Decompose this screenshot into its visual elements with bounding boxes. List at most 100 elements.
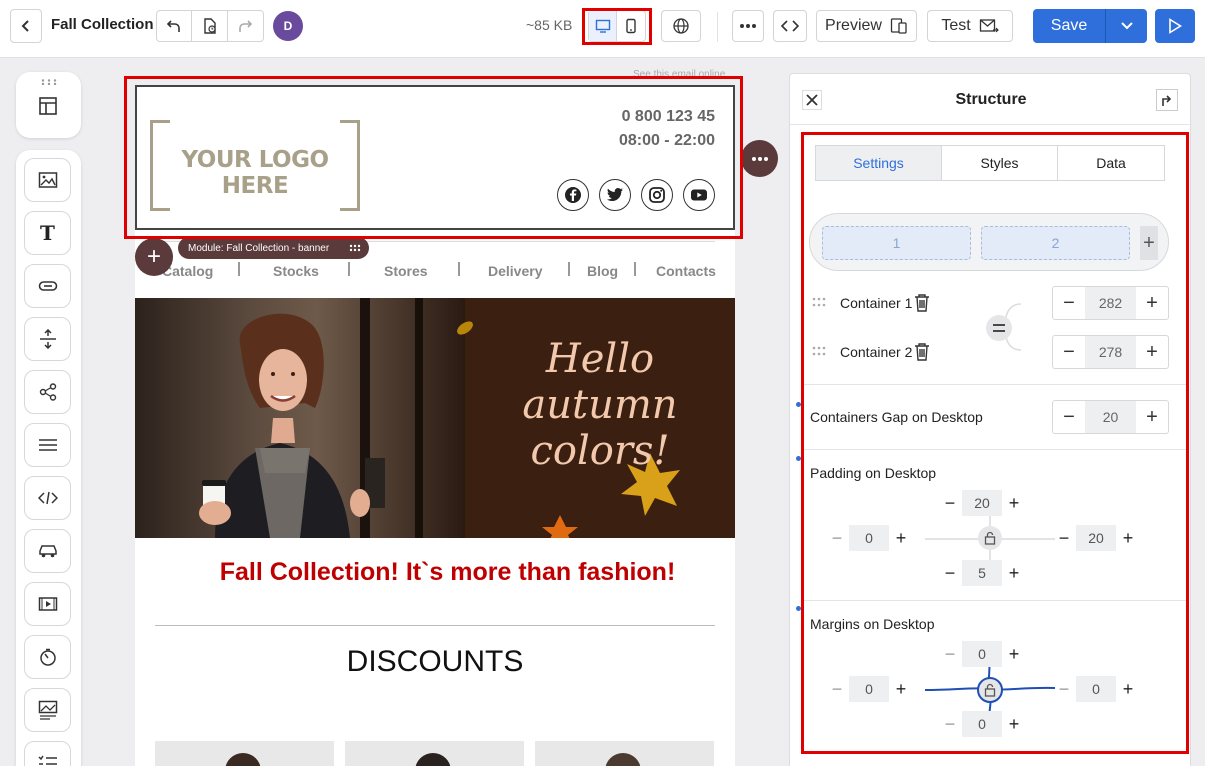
menu-block[interactable]: [24, 423, 71, 467]
text-block[interactable]: T: [24, 211, 71, 255]
margin-bottom-value[interactable]: 0: [962, 711, 1002, 737]
product-card-1[interactable]: [155, 741, 334, 766]
html-block[interactable]: [24, 476, 71, 520]
trash-icon[interactable]: [913, 342, 931, 362]
container-1-width[interactable]: 282: [1085, 287, 1136, 319]
column-1[interactable]: 1: [822, 226, 971, 260]
trash-icon[interactable]: [913, 293, 931, 313]
image-block[interactable]: [24, 158, 71, 202]
decrease-button[interactable]: −: [1052, 525, 1076, 551]
margin-right-value[interactable]: 0: [1076, 676, 1116, 702]
redo-button[interactable]: [228, 11, 263, 41]
banner-block[interactable]: [24, 529, 71, 573]
nav-stores[interactable]: Stores: [384, 263, 428, 279]
increase-button[interactable]: +: [889, 525, 913, 551]
equalize-widths-icon[interactable]: [985, 302, 1023, 352]
increase-button[interactable]: +: [1116, 525, 1140, 551]
nav-contacts[interactable]: Contacts: [656, 263, 716, 279]
language-button[interactable]: [661, 10, 701, 42]
margin-lock-button[interactable]: [977, 677, 1003, 703]
add-column-button[interactable]: +: [1140, 226, 1158, 260]
column-2[interactable]: 2: [981, 226, 1130, 260]
increase-button[interactable]: +: [1136, 287, 1168, 319]
timer-block[interactable]: [24, 635, 71, 679]
containers-gap-value[interactable]: 20: [1085, 401, 1136, 433]
product-card-3[interactable]: [535, 741, 714, 766]
code-view-button[interactable]: [773, 10, 807, 42]
drag-handle-icon[interactable]: [349, 244, 361, 252]
increase-button[interactable]: +: [1002, 711, 1026, 737]
decrease-button[interactable]: −: [938, 711, 962, 737]
button-block[interactable]: [24, 264, 71, 308]
decrease-button[interactable]: −: [938, 490, 962, 516]
decrease-button[interactable]: −: [1053, 401, 1085, 433]
drag-handle-icon[interactable]: [41, 79, 57, 85]
padding-top-value[interactable]: 20: [962, 490, 1002, 516]
increase-button[interactable]: +: [1136, 336, 1168, 368]
modules-icon[interactable]: [38, 96, 58, 116]
module-label-chip[interactable]: Module: Fall Collection - banner: [178, 237, 369, 259]
nav-stocks[interactable]: Stocks: [273, 263, 319, 279]
logo-placeholder[interactable]: YOUR LOGO HERE: [150, 120, 360, 211]
nav-blog[interactable]: Blog: [587, 263, 618, 279]
image-text-block[interactable]: [24, 688, 71, 732]
padding-bottom-value[interactable]: 5: [962, 560, 1002, 586]
facebook-icon[interactable]: [557, 179, 589, 211]
select-parent-button[interactable]: [1156, 89, 1178, 111]
increase-button[interactable]: +: [1002, 490, 1026, 516]
container-2-width[interactable]: 278: [1085, 336, 1136, 368]
product-card-2[interactable]: [345, 741, 524, 766]
mobile-view-button[interactable]: [617, 11, 645, 41]
save-options-button[interactable]: [1106, 9, 1147, 43]
collection-headline[interactable]: Fall Collection! It`s more than fashion!: [135, 558, 735, 587]
discounts-heading[interactable]: DISCOUNTS: [135, 645, 735, 679]
undo-button[interactable]: [157, 11, 193, 41]
padding-left-value[interactable]: 0: [849, 525, 889, 551]
decrease-button[interactable]: −: [938, 560, 962, 586]
social-block[interactable]: [24, 370, 71, 414]
version-history-button[interactable]: [192, 11, 228, 41]
margin-top-value[interactable]: 0: [962, 641, 1002, 667]
padding-right-value[interactable]: 20: [1076, 525, 1116, 551]
padding-lock-button[interactable]: [978, 526, 1002, 550]
desktop-view-button[interactable]: [589, 11, 618, 41]
spacer-block[interactable]: [24, 317, 71, 361]
increase-button[interactable]: +: [1136, 401, 1168, 433]
video-block[interactable]: [24, 582, 71, 626]
instagram-icon[interactable]: [641, 179, 673, 211]
decrease-button[interactable]: −: [825, 676, 849, 702]
send-mail-icon: [979, 19, 999, 33]
tab-data[interactable]: Data: [1058, 146, 1164, 180]
decrease-button[interactable]: −: [1052, 676, 1076, 702]
drag-handle-icon[interactable]: [812, 297, 826, 307]
tab-styles[interactable]: Styles: [942, 146, 1058, 180]
decrease-button[interactable]: −: [1053, 287, 1085, 319]
increase-button[interactable]: +: [889, 676, 913, 702]
hero-banner[interactable]: Hello autumn colors!: [135, 298, 735, 538]
decrease-button[interactable]: −: [938, 641, 962, 667]
nav-delivery[interactable]: Delivery: [488, 263, 542, 279]
preview-label: Preview: [825, 17, 882, 34]
back-button[interactable]: [10, 9, 42, 43]
list-block[interactable]: [24, 741, 71, 766]
decrease-button[interactable]: −: [825, 525, 849, 551]
decrease-button[interactable]: −: [1053, 336, 1085, 368]
twitter-icon[interactable]: [599, 179, 631, 211]
margin-left-value[interactable]: 0: [849, 676, 889, 702]
increase-button[interactable]: +: [1002, 560, 1026, 586]
increase-button[interactable]: +: [1002, 641, 1026, 667]
tab-settings[interactable]: Settings: [816, 146, 942, 180]
add-module-button[interactable]: +: [135, 238, 173, 276]
test-email-button[interactable]: Test: [927, 10, 1013, 42]
youtube-icon[interactable]: [683, 179, 715, 211]
increase-button[interactable]: +: [1116, 676, 1140, 702]
preview-button[interactable]: Preview: [816, 10, 917, 42]
avatar[interactable]: D: [273, 11, 303, 41]
module-options-button[interactable]: [741, 140, 778, 177]
save-button[interactable]: Save: [1033, 9, 1106, 43]
more-options-button[interactable]: [732, 10, 764, 42]
send-button[interactable]: [1155, 9, 1195, 43]
view-online-link[interactable]: See this email online: [633, 69, 725, 80]
drag-handle-icon[interactable]: [812, 346, 826, 356]
arrow-up-icon: [1162, 95, 1172, 106]
